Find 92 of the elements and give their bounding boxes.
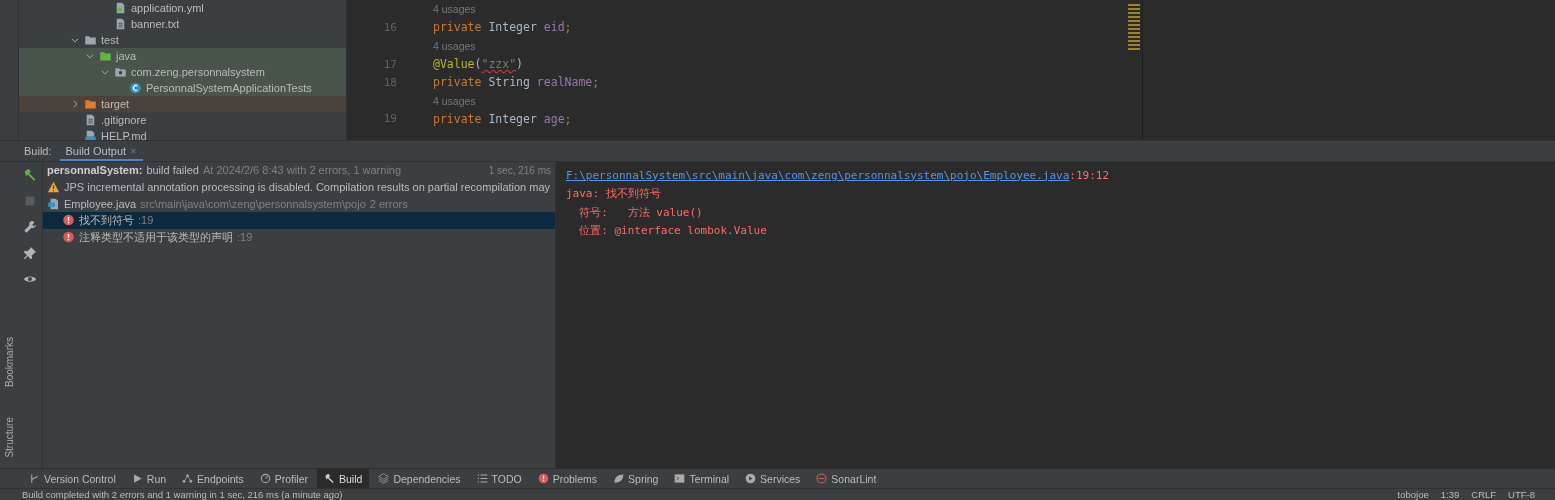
status-item[interactable]: 1:39 — [1440, 489, 1460, 500]
tool-window-tab[interactable]: Problems — [530, 469, 605, 488]
warning-message: JPS incremental annotation processing is disabled. Compilation results on partial recompilation may — [64, 181, 551, 194]
line-number: 16 — [382, 20, 398, 34]
code-line: private Integer eid; — [433, 20, 572, 35]
list-icon — [476, 473, 488, 484]
panel-label: Build: — [24, 145, 52, 157]
tree-item[interactable]: PersonnalSystemApplicationTests — [19, 80, 346, 96]
position-text: :19:12 — [1069, 168, 1110, 182]
tree-item[interactable]: test — [19, 32, 346, 48]
file-icon — [114, 2, 127, 14]
tool-window-tab[interactable]: Endpoints — [175, 469, 251, 488]
markdown-file-icon — [84, 130, 97, 140]
layers-icon — [378, 473, 390, 484]
tool-window-tab[interactable]: Run — [124, 469, 174, 488]
file-name: Employee.java — [64, 197, 137, 210]
java-file-icon — [47, 197, 60, 210]
error-output-line: 位置: @interface lombok.Value — [578, 223, 767, 239]
tree-item[interactable]: java — [19, 48, 346, 64]
file-path: src\main\java\com\zeng\personnalsystem\pojo — [140, 197, 366, 210]
file-icon — [114, 18, 127, 30]
build-message-row[interactable]: personnalSystem: build failed At 2024/2/6 8:43 with 2 errors, 1 warning 1 sec, 216 ms — [43, 162, 555, 179]
error-output-line: 符号: 方法 value() — [578, 204, 703, 220]
leaf-icon — [613, 473, 625, 484]
error-message: 找不到符号 — [79, 212, 134, 228]
tool-window-tab[interactable]: Spring — [606, 469, 666, 488]
error-stripe-marks — [1128, 4, 1140, 51]
tool-window-tab[interactable]: TODO — [469, 469, 529, 488]
build-message-row[interactable]: 注释类型不适用于该类型的声明 :19 — [43, 228, 555, 246]
play-circle-icon — [745, 473, 757, 484]
usages-hint[interactable]: 4 usages — [433, 94, 476, 107]
circle-icon — [816, 473, 828, 484]
usages-hint[interactable]: 4 usages — [433, 3, 476, 16]
build-message-row[interactable]: JPS incremental annotation processing is disabled. Compilation results on partial recompilation may — [43, 178, 555, 196]
error-icon — [537, 473, 549, 484]
build-message-row[interactable]: Employee.java src\main\java\com\zeng\personnalsystem\pojo 2 errors — [43, 195, 555, 213]
side-tab[interactable]: Structure — [3, 417, 15, 458]
folder-icon — [99, 50, 112, 62]
pin-icon[interactable] — [23, 246, 37, 260]
warning-icon — [47, 181, 60, 194]
folder-icon — [84, 98, 97, 110]
side-tab[interactable]: Bookmarks — [3, 337, 15, 388]
class-icon — [129, 82, 142, 94]
tree-item[interactable]: com.zeng.personnalsystem — [19, 64, 346, 80]
tree-item[interactable]: HELP.md — [19, 128, 346, 140]
hammer-icon — [324, 473, 336, 484]
gauge-icon — [259, 473, 271, 484]
status-message: Build completed with 2 errors and 1 warning in 1 sec, 216 ms (a minute ago) — [22, 489, 343, 500]
tool-window-tab[interactable]: Dependencies — [371, 469, 468, 488]
error-message: 注释类型不适用于该类型的声明 — [79, 229, 233, 245]
nodes-icon — [182, 473, 194, 484]
branch-icon — [29, 473, 40, 484]
line-number: 17 — [382, 57, 398, 71]
wrench-icon[interactable] — [23, 220, 37, 234]
build-status: build failed — [146, 164, 199, 177]
hammer-icon[interactable] — [23, 168, 37, 182]
status-item[interactable]: CRLF — [1471, 489, 1497, 500]
error-count: 2 errors — [369, 197, 408, 210]
tree-item[interactable]: target — [19, 96, 346, 112]
tree-item[interactable]: application.yml — [19, 0, 346, 16]
project-name: personnalSystem: — [47, 164, 143, 177]
line-number: 18 — [382, 75, 398, 89]
line-reference: :19 — [138, 214, 154, 227]
usages-hint[interactable]: 4 usages — [433, 39, 476, 52]
file-icon — [84, 114, 97, 126]
tree-item[interactable]: .gitignore — [19, 112, 346, 128]
line-number: 19 — [382, 112, 398, 126]
code-line: private Integer age; — [433, 111, 572, 126]
terminal-icon — [674, 473, 686, 484]
error-icon — [62, 231, 75, 244]
status-item[interactable]: UTF-8 — [1508, 489, 1535, 500]
tool-window-tab[interactable]: Profiler — [252, 469, 316, 488]
status-item[interactable]: tobojoe — [1397, 489, 1429, 500]
tree-item[interactable]: banner.txt — [19, 16, 346, 32]
error-icon — [62, 214, 75, 227]
tool-window-tab[interactable]: SonarLint — [809, 469, 884, 488]
tab[interactable]: Build Output × — [59, 141, 143, 161]
code-line: private String realName; — [433, 75, 600, 90]
tool-window-tab[interactable]: Build — [317, 469, 370, 488]
build-detail: At 2024/2/6 8:43 with 2 errors, 1 warning — [202, 164, 402, 177]
package-folder-icon — [114, 66, 127, 78]
build-message-row[interactable]: 找不到符号 :19 — [43, 212, 555, 229]
tool-window-tab[interactable]: Version Control — [22, 469, 123, 488]
folder-icon — [84, 34, 97, 46]
code-line: @Value("zzx") — [433, 57, 524, 72]
error-output-line: java: 找不到符号 — [566, 186, 661, 202]
tool-window-tab[interactable]: Services — [738, 469, 808, 488]
build-time: 1 sec, 216 ms — [488, 164, 552, 176]
line-reference: :19 — [237, 231, 253, 244]
file-link[interactable]: F:\personnalSystem\src\main\java\com\zeng\personnalsystem\pojo\Employee.java — [566, 168, 1070, 182]
play-icon — [131, 473, 143, 484]
tool-window-tab[interactable]: Terminal — [667, 469, 737, 488]
